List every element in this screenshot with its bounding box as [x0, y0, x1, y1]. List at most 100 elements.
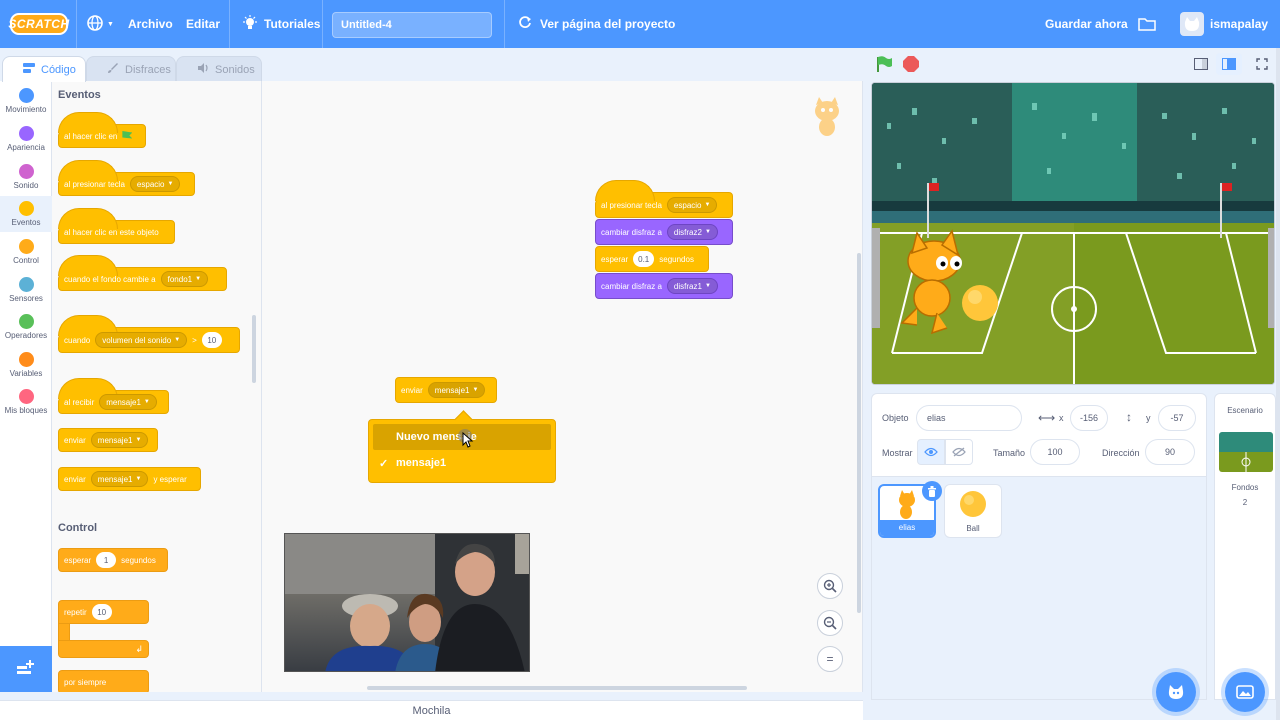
project-title-input[interactable] [332, 12, 492, 38]
category-label: Eventos [11, 218, 41, 227]
backpack-bar[interactable]: Mochila [0, 700, 863, 720]
block-repeat[interactable]: repetir 10 [58, 600, 149, 624]
tab-code[interactable]: Código [2, 56, 86, 82]
add-extension-icon [16, 658, 36, 681]
block-palette: Eventos al hacer clic en al presionar te… [52, 81, 262, 692]
costume-dropdown[interactable]: disfraz1 ▼ [666, 278, 718, 294]
zoom-out-button[interactable] [817, 610, 843, 636]
zoom-in-button[interactable] [817, 573, 843, 599]
palette-scrollbar[interactable] [252, 315, 256, 383]
loudness-input[interactable]: 10 [201, 332, 222, 348]
large-stage-button[interactable] [1216, 53, 1242, 75]
stop-button[interactable] [898, 53, 924, 75]
script-switch-costume-2[interactable]: cambiar disfraz a disfraz2 ▼ [595, 219, 733, 245]
stage-selector[interactable]: Escenario Fondos 2 [1214, 393, 1276, 700]
script-vertical-scrollbar[interactable] [857, 253, 861, 613]
script-when-key-pressed[interactable]: al presionar tecla espacio ▼ [595, 180, 733, 218]
category-looks[interactable]: Apariencia [0, 126, 52, 152]
add-backdrop-icon [1236, 685, 1254, 699]
wait-input[interactable]: 1 [96, 552, 117, 568]
category-variables[interactable]: Variables [0, 352, 52, 378]
globe-icon [86, 14, 104, 35]
username[interactable]: ismapalay [1210, 0, 1268, 48]
category-dot-icon [18, 201, 34, 216]
add-extension-button[interactable] [0, 646, 52, 692]
backdrop-dropdown[interactable]: fondo1 ▼ [160, 271, 209, 287]
tab-sounds[interactable]: Sonidos [176, 56, 262, 82]
edit-menu[interactable]: Editar [186, 0, 220, 48]
menu-divider [504, 0, 505, 48]
block-wait[interactable]: esperar 1 segundos [58, 548, 168, 572]
menu-divider [322, 0, 323, 48]
block-broadcast[interactable]: enviar mensaje1 ▼ [58, 428, 158, 452]
costume-dropdown[interactable]: disfraz2 ▼ [666, 224, 718, 240]
message-dropdown[interactable]: mensaje1 ▼ [90, 432, 149, 448]
script-horizontal-scrollbar[interactable] [367, 686, 747, 690]
block-when-flag-clicked[interactable]: al hacer clic en [58, 112, 146, 148]
sprite-name-input[interactable]: elias [916, 405, 1022, 431]
category-my-blocks[interactable]: Mis bloques [0, 389, 52, 415]
avatar[interactable] [1180, 12, 1204, 36]
block-when-i-receive[interactable]: al recibir mensaje1 ▼ [58, 378, 169, 414]
tab-costumes-label: Disfraces [125, 63, 171, 76]
folder-icon[interactable] [1138, 0, 1156, 48]
size-label: Tamaño [993, 448, 1026, 458]
dropdown-option-message1[interactable]: ✓ mensaje1 [373, 450, 551, 476]
block-text: esperar [64, 555, 92, 565]
block-when-loudness[interactable]: cuando volumen del sonido ▼ > 10 [58, 315, 240, 353]
key-dropdown[interactable]: espacio ▼ [666, 197, 718, 213]
language-menu[interactable]: ▼ [86, 0, 114, 48]
fullscreen-button[interactable] [1249, 53, 1275, 75]
sprite-tile-ball[interactable]: Ball [944, 484, 1002, 538]
tutorials-menu[interactable]: Tutoriales [242, 0, 320, 48]
y-input[interactable]: -57 [1158, 405, 1196, 431]
block-broadcast-and-wait[interactable]: enviar mensaje1 ▼ y esperar [58, 467, 201, 491]
x-input[interactable]: -156 [1070, 405, 1108, 431]
block-when-backdrop-switches[interactable]: cuando el fondo cambie a fondo1 ▼ [58, 255, 227, 291]
block-when-sprite-clicked[interactable]: al hacer clic en este objeto [58, 208, 175, 244]
category-sound[interactable]: Sonido [0, 164, 52, 190]
block-text: cuando el fondo cambie a [64, 274, 156, 284]
small-stage-button[interactable] [1188, 53, 1214, 75]
category-sensing[interactable]: Sensores [0, 277, 52, 303]
key-dropdown[interactable]: espacio ▼ [129, 176, 181, 192]
wait-input[interactable]: 0.1 [633, 251, 655, 267]
scratch-logo[interactable]: SCRATCH [8, 13, 69, 35]
block-text: enviar [64, 474, 86, 484]
choose-sprite-button[interactable] [1156, 672, 1196, 712]
show-visible-button[interactable] [917, 439, 945, 465]
see-project-page-button[interactable]: Ver página del proyecto [518, 0, 675, 48]
block-forever[interactable]: por siempre [58, 670, 149, 692]
size-input[interactable]: 100 [1030, 439, 1080, 465]
file-menu[interactable]: Archivo [128, 0, 173, 48]
category-events[interactable]: Eventos [0, 196, 52, 232]
save-now-button[interactable]: Guardar ahora [1045, 0, 1128, 48]
loudness-dropdown[interactable]: volumen del sonido ▼ [95, 332, 188, 348]
category-control[interactable]: Control [0, 239, 52, 265]
backdrop-thumbnail[interactable] [1219, 432, 1273, 472]
delete-sprite-button[interactable] [922, 481, 942, 501]
category-menu: Movimiento Apariencia Sonido Eventos Con… [0, 81, 52, 646]
green-flag-button[interactable] [871, 53, 897, 75]
category-operators[interactable]: Operadores [0, 314, 52, 340]
message-dropdown[interactable]: mensaje1 ▼ [427, 382, 486, 398]
script-switch-costume-1[interactable]: cambiar disfraz a disfraz1 ▼ [595, 273, 733, 299]
zoom-reset-button[interactable]: = [817, 646, 843, 672]
sprite-info-panel: Objeto elias ⟷ x -156 ↕ y -57 Mostrar Ta… [871, 393, 1207, 477]
category-motion[interactable]: Movimiento [0, 88, 52, 114]
show-label: Mostrar [882, 448, 913, 458]
category-label: Control [13, 256, 39, 265]
direction-input[interactable]: 90 [1145, 439, 1195, 465]
repeat-input[interactable]: 10 [91, 604, 112, 620]
large-stage-icon [1222, 58, 1236, 70]
script-broadcast[interactable]: enviar mensaje1 ▼ [395, 377, 497, 403]
tab-costumes[interactable]: Disfraces [86, 56, 176, 82]
show-hidden-button[interactable] [945, 439, 973, 465]
stage-canvas[interactable] [871, 82, 1275, 385]
category-label: Sonido [13, 181, 39, 190]
script-wait[interactable]: esperar 0.1 segundos [595, 246, 709, 272]
message-dropdown[interactable]: mensaje1 ▼ [90, 471, 149, 487]
choose-backdrop-button[interactable] [1225, 672, 1265, 712]
block-when-key-pressed[interactable]: al presionar tecla espacio ▼ [58, 160, 195, 196]
message-dropdown[interactable]: mensaje1 ▼ [99, 394, 157, 410]
